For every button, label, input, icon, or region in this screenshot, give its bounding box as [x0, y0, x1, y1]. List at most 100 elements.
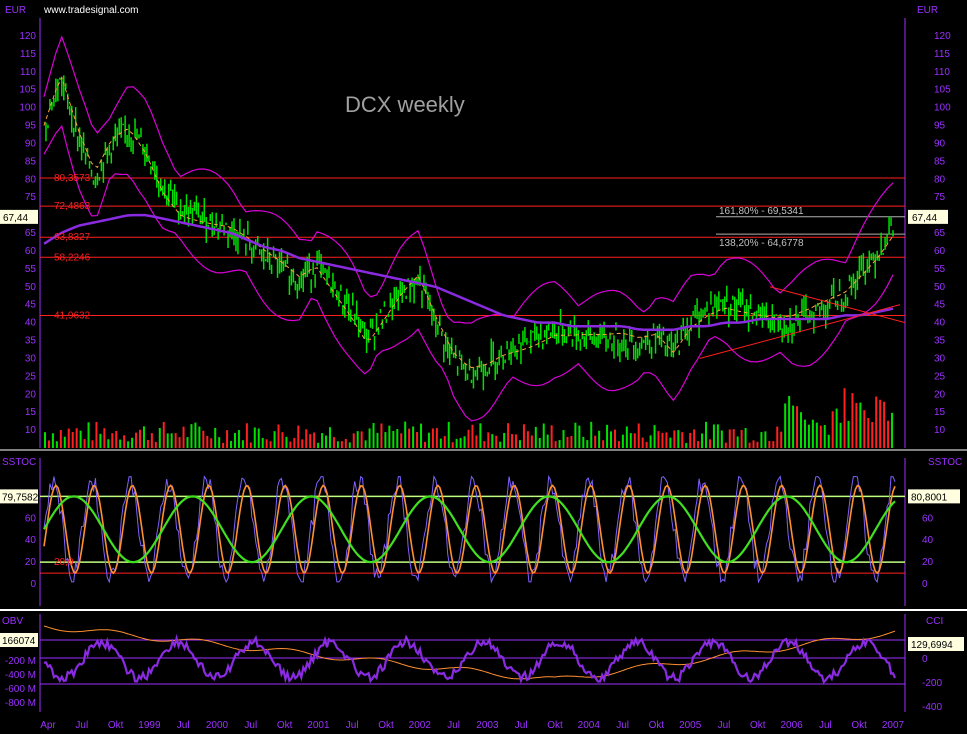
x-label-5: 2000 [206, 720, 229, 731]
volume-bar-138 [317, 442, 320, 448]
volume-bar-116 [273, 431, 276, 448]
chart-title: DCX weekly [345, 92, 465, 117]
x-label-2: Okt [108, 720, 124, 731]
volume-bar-22 [87, 422, 90, 448]
volume-bar-248 [534, 426, 537, 448]
price-tick-left-13: 75 [25, 192, 37, 203]
volume-bar-340 [716, 424, 719, 448]
volume-bar-268 [574, 422, 577, 448]
volume-bar-388 [811, 419, 814, 448]
volume-bar-416 [867, 417, 870, 448]
fib-label-2: 63,8327 [54, 232, 91, 243]
volume-bar-222 [483, 441, 486, 448]
volume-bar-14 [71, 432, 74, 448]
volume-bar-284 [606, 424, 609, 448]
x-label-17: Jul [616, 720, 629, 731]
volume-bar-354 [744, 428, 747, 448]
x-label-10: Okt [378, 720, 394, 731]
volume-bar-368 [772, 441, 775, 448]
volume-bar-0 [44, 432, 46, 448]
volume-bar-66 [174, 433, 177, 448]
price-tick-left-0: 10 [25, 425, 37, 436]
volume-bar-134 [309, 434, 312, 448]
price-tick-left-22: 120 [19, 31, 36, 42]
volume-bar-192 [423, 441, 426, 448]
volume-bar-290 [617, 441, 620, 448]
stoch-tick-right-2: 40 [922, 535, 934, 546]
volume-bar-266 [570, 435, 573, 448]
target-label-1: 138,20% - 64,6778 [719, 238, 804, 249]
x-label-7: Okt [277, 720, 293, 731]
volume-bar-304 [645, 441, 648, 448]
volume-bar-406 [847, 420, 850, 448]
x-label-16: 2004 [578, 720, 601, 731]
volume-bar-230 [499, 441, 502, 448]
price-tick-right-19: 105 [934, 85, 951, 96]
obv-tick-0: -200 M [5, 656, 36, 667]
price-tick-left-9: 55 [25, 264, 37, 275]
cci-current: 129,6994 [911, 640, 953, 651]
volume-bar-156 [352, 433, 355, 448]
volume-bar-332 [701, 433, 704, 448]
volume-bar-220 [479, 423, 482, 448]
volume-bar-32 [107, 439, 110, 448]
obv-tick-1: -400 M [5, 670, 36, 681]
volume-bar-328 [693, 429, 696, 448]
volume-bar-120 [281, 432, 284, 448]
chart-window: 10 10 15 15 20 20 25 25 30 30 35 35 40 40 45 45 50 50 55 55… [0, 0, 967, 734]
volume-bar-422 [879, 399, 882, 448]
volume-bar-378 [792, 405, 795, 448]
volume-bar-178 [396, 429, 399, 448]
volume-bar-298 [633, 433, 636, 448]
fib-label-1: 72,4863 [54, 201, 91, 212]
volume-bar-84 [210, 438, 213, 448]
price-tick-left-20: 110 [20, 67, 36, 78]
volume-bar-306 [649, 435, 652, 448]
price-tick-left-7: 45 [25, 300, 37, 311]
volume-bar-174 [388, 425, 391, 448]
x-label-18: Okt [649, 720, 665, 731]
site-url[interactable]: www.tradesignal.com [43, 5, 138, 16]
volume-bar-2 [47, 440, 50, 448]
volume-bar-296 [629, 433, 632, 448]
volume-bar-186 [412, 426, 415, 448]
volume-bar-320 [677, 430, 680, 448]
price-tick-left-21: 115 [20, 49, 36, 60]
volume-bar-302 [641, 437, 644, 448]
volume-bar-6 [55, 441, 58, 448]
stoch-tick-left-1: 20 [25, 557, 37, 568]
volume-bar-42 [127, 441, 130, 448]
volume-bar-166 [372, 423, 375, 448]
volume-bar-172 [384, 432, 387, 448]
price-tick-left-3: 25 [25, 371, 37, 382]
volume-bar-184 [408, 428, 411, 448]
price-tick-left-18: 100 [19, 103, 36, 114]
volume-bar-260 [558, 440, 561, 448]
volume-bar-420 [875, 396, 878, 448]
x-label-13: 2003 [476, 720, 499, 731]
volume-bar-278 [594, 435, 597, 448]
volume-bar-412 [859, 402, 862, 448]
volume-bar-228 [495, 435, 498, 448]
volume-bar-188 [416, 431, 419, 448]
volume-bar-130 [301, 439, 304, 448]
x-label-15: Okt [547, 720, 563, 731]
volume-bar-292 [621, 434, 624, 448]
cci-tick-0: 0 [922, 654, 928, 665]
volume-bar-78 [198, 426, 201, 448]
volume-bar-308 [653, 425, 656, 448]
volume-bar-180 [400, 433, 403, 448]
volume-bar-428 [891, 412, 894, 448]
volume-bar-182 [404, 421, 407, 448]
volume-bar-208 [455, 438, 458, 448]
volume-bar-68 [178, 437, 181, 448]
x-label-6: Jul [244, 720, 257, 731]
x-label-22: 2006 [780, 720, 803, 731]
volume-bar-400 [835, 408, 838, 448]
volume-bar-36 [115, 430, 118, 448]
price-tick-right-1: 15 [934, 407, 946, 418]
x-label-12: Jul [447, 720, 460, 731]
price-tick-left-15: 85 [25, 156, 37, 167]
volume-bar-100 [241, 440, 244, 448]
volume-bar-238 [515, 434, 518, 448]
